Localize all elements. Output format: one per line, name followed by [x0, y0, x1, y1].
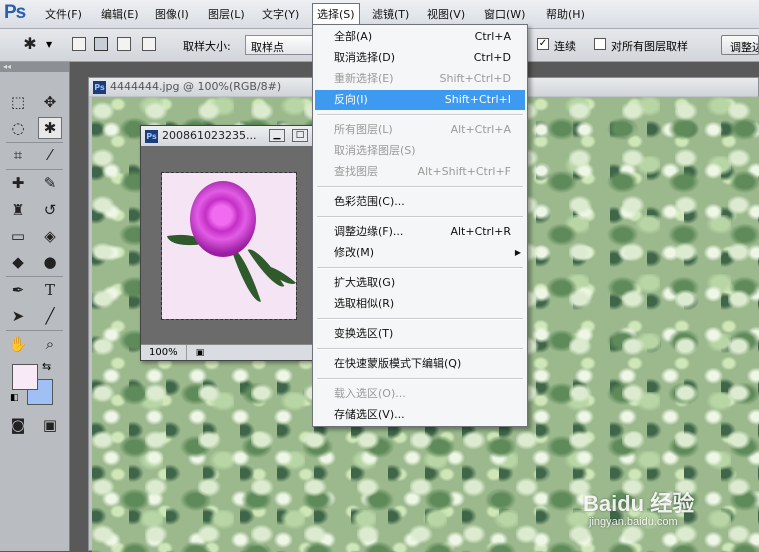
contiguous-label: 连续 — [554, 40, 576, 53]
subtract-selection-icon[interactable] — [117, 37, 131, 51]
paint-bucket-tool-icon[interactable]: ◈ — [38, 225, 62, 247]
dodge-tool-icon[interactable]: ● — [38, 251, 62, 273]
toolbox-divider — [6, 276, 63, 277]
menu-filter[interactable]: 滤镜(T) — [372, 6, 409, 22]
menu-item-find-layers[interactable]: 查找图层 Alt+Shift+Ctrl+F — [315, 162, 525, 182]
zoom-tool-icon[interactable]: ⌕ — [38, 333, 62, 355]
pen-tool-icon[interactable]: ✒ — [6, 279, 30, 301]
floating-window-title: 200861023235... — [162, 129, 257, 142]
default-colors-icon[interactable]: ◧ — [10, 393, 19, 403]
watermark-url: jingyan.baidu.com — [589, 516, 678, 528]
baidu-watermark: Baidu 经验 jingyan.baidu.com — [583, 486, 753, 546]
document-title: 4444444.jpg @ 100%(RGB/8#) — [110, 80, 282, 93]
foreground-color-swatch[interactable] — [12, 364, 38, 390]
screen-mode-icon[interactable]: ▣ — [38, 414, 62, 436]
line-tool-icon[interactable]: ╱ — [38, 305, 62, 327]
menu-item-load-selection[interactable]: 载入选区(O)... — [315, 384, 525, 404]
ps-file-icon: Ps — [93, 80, 106, 94]
menu-edit[interactable]: 编辑(E) — [101, 6, 139, 22]
status-info-icon[interactable]: ▣ — [196, 346, 205, 361]
select-menu-dropdown: 全部(A) Ctrl+A 取消选择(D) Ctrl+D 重新选择(E) Shift+C… — [312, 24, 528, 427]
menu-item-refine-edge[interactable]: 调整边缘(F)... Alt+Ctrl+R — [315, 222, 525, 242]
menu-item-save-selection[interactable]: 存储选区(V)... — [315, 405, 525, 425]
menu-layer[interactable]: 图层(L) — [208, 6, 245, 22]
menu-item-all-layers[interactable]: 所有图层(L) Alt+Ctrl+A — [315, 120, 525, 140]
eyedropper-tool-icon[interactable]: ⁄ — [38, 144, 62, 166]
chevron-down-icon[interactable]: ▼ — [46, 40, 52, 49]
menu-separator — [317, 348, 523, 350]
toolbox-divider — [6, 169, 63, 170]
toolbox-divider — [6, 142, 63, 143]
menu-separator — [317, 378, 523, 380]
eraser-tool-icon[interactable]: ▭ — [6, 225, 30, 247]
menu-item-reselect[interactable]: 重新选择(E) Shift+Ctrl+D — [315, 69, 525, 89]
minimize-icon[interactable]: ▁ — [269, 129, 285, 142]
submenu-arrow-icon: ▶ — [514, 248, 521, 257]
menu-view[interactable]: 视图(V) — [427, 6, 465, 22]
quick-mask-icon[interactable]: ◙ — [6, 414, 30, 436]
contiguous-checkbox[interactable]: ✓ — [537, 38, 549, 50]
lasso-tool-icon[interactable]: ◌ — [6, 117, 30, 139]
menu-item-deselect[interactable]: 取消选择(D) Ctrl+D — [315, 48, 525, 68]
menu-item-grow[interactable]: 扩大选取(G) — [315, 273, 525, 293]
menu-separator — [317, 318, 523, 320]
clone-stamp-tool-icon[interactable]: ♜ — [6, 199, 30, 221]
menu-separator — [317, 267, 523, 269]
refine-edge-button[interactable]: 调整边 — [721, 35, 759, 55]
menu-separator — [317, 114, 523, 116]
new-selection-icon[interactable] — [72, 37, 86, 51]
move-tool-icon[interactable]: ✥ — [38, 91, 62, 113]
toolbox-collapse-handle[interactable]: ◂◂ — [0, 62, 69, 72]
sample-all-layers-checkbox[interactable] — [594, 38, 606, 50]
menu-separator — [317, 186, 523, 188]
floating-window-status-bar: 100% ▣ — [141, 344, 315, 360]
sample-size-label: 取样大小: — [183, 40, 231, 53]
swap-colors-icon[interactable]: ⇆ — [42, 360, 51, 373]
type-tool-icon[interactable]: T — [38, 279, 62, 301]
menu-window[interactable]: 窗口(W) — [484, 6, 525, 22]
sample-all-layers-label: 对所有图层取样 — [611, 40, 688, 53]
blur-tool-icon[interactable]: ◆ — [6, 251, 30, 273]
intersect-selection-icon[interactable] — [142, 37, 156, 51]
menu-item-deselect-layers[interactable]: 取消选择图层(S) — [315, 141, 525, 161]
peony-image-canvas[interactable] — [161, 172, 297, 320]
menu-type[interactable]: 文字(Y) — [262, 6, 299, 22]
menu-item-similar[interactable]: 选取相似(R) — [315, 294, 525, 314]
peony-flower — [190, 181, 256, 257]
floating-window-titlebar[interactable]: Ps 200861023235... — [141, 126, 315, 146]
zoom-level[interactable]: 100% — [141, 345, 187, 360]
hand-tool-icon[interactable]: ✋ — [6, 333, 30, 355]
menu-help[interactable]: 帮助(H) — [546, 6, 585, 22]
brush-tool-icon[interactable]: ✎ — [38, 172, 62, 194]
toolbox: ◂◂ ⬚ ✥ ◌ ✱ ⌗ ⁄ ✚ ✎ ♜ ↺ ▭ ◈ ◆ ● ✒ T ➤ ╱ ✋… — [0, 62, 70, 551]
marquee-tool-icon[interactable]: ⬚ — [6, 91, 30, 113]
menu-select[interactable]: 选择(S) — [312, 3, 360, 24]
menu-item-quick-mask[interactable]: 在快速蒙版模式下编辑(Q) — [315, 354, 525, 374]
menu-item-inverse[interactable]: 反向(I) Shift+Ctrl+I — [315, 90, 525, 110]
menu-item-select-all[interactable]: 全部(A) Ctrl+A — [315, 27, 525, 47]
magic-wand-tool-icon[interactable]: ✱ — [38, 117, 62, 139]
photoshop-logo: Ps — [4, 2, 26, 23]
menu-item-transform-selection[interactable]: 变换选区(T) — [315, 324, 525, 344]
maximize-icon[interactable]: □ — [292, 129, 308, 142]
healing-brush-tool-icon[interactable]: ✚ — [6, 172, 30, 194]
add-to-selection-icon[interactable] — [94, 37, 108, 51]
path-selection-tool-icon[interactable]: ➤ — [6, 305, 30, 327]
menu-item-color-range[interactable]: 色彩范围(C)... — [315, 192, 525, 212]
menu-separator — [317, 216, 523, 218]
menu-image[interactable]: 图像(I) — [155, 6, 189, 22]
magic-wand-preset-icon[interactable]: ✱ — [18, 33, 42, 55]
crop-tool-icon[interactable]: ⌗ — [6, 144, 30, 166]
menu-file[interactable]: 文件(F) — [45, 6, 82, 22]
history-brush-tool-icon[interactable]: ↺ — [38, 199, 62, 221]
ps-file-icon: Ps — [145, 129, 158, 143]
floating-image-window: Ps 200861023235... ▁ □ 100% ▣ — [140, 125, 316, 361]
sample-size-select[interactable]: 取样点 — [245, 35, 313, 55]
watermark-brand: Baidu 经验 — [583, 491, 695, 516]
toolbox-divider — [6, 330, 63, 331]
menu-item-modify[interactable]: 修改(M) ▶ — [315, 243, 525, 263]
